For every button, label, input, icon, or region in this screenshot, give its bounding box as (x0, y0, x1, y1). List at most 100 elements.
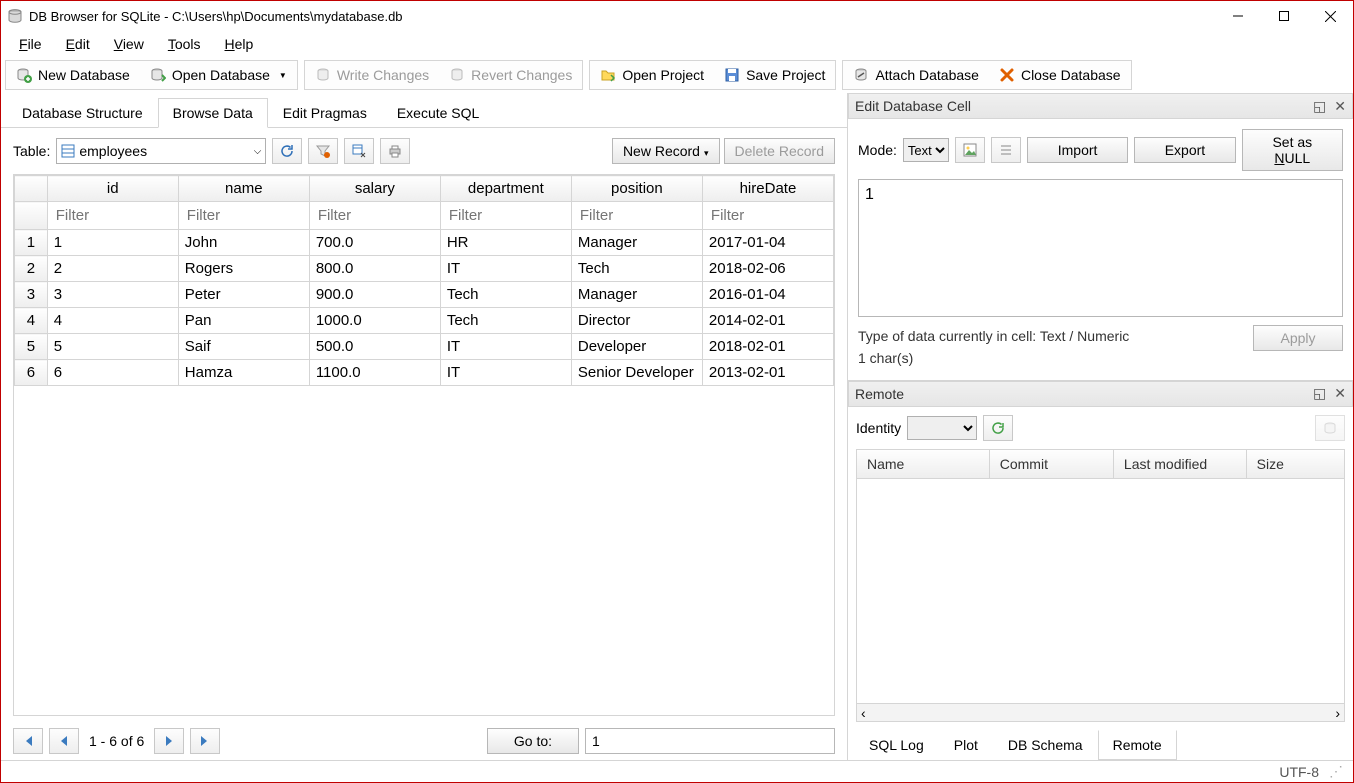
remote-col-modified[interactable]: Last modified (1114, 450, 1247, 478)
table-select[interactable]: employees ⌵ (56, 138, 266, 164)
cell-hiredate[interactable]: 2013-02-01 (702, 360, 833, 386)
remote-push-button[interactable] (1315, 415, 1345, 441)
close-button[interactable] (1307, 1, 1353, 31)
menu-file[interactable]: File (9, 34, 52, 54)
close-panel-icon[interactable]: ✕ (1334, 385, 1346, 402)
undock-icon[interactable]: ◱ (1313, 98, 1326, 115)
cell-department[interactable]: Tech (440, 282, 571, 308)
filter-id[interactable] (54, 206, 172, 225)
open-database-button[interactable]: Open Database ▼ (142, 63, 295, 87)
filter-position[interactable] (578, 206, 696, 225)
table-row[interactable]: 44Pan1000.0TechDirector2014-02-01 (15, 308, 834, 334)
filter-name[interactable] (185, 206, 303, 225)
menu-edit[interactable]: Edit (56, 34, 100, 54)
cell-hiredate[interactable]: 2014-02-01 (702, 308, 833, 334)
bottom-tab-remote[interactable]: Remote (1098, 730, 1177, 760)
cell-salary[interactable]: 800.0 (309, 256, 440, 282)
apply-button[interactable]: Apply (1253, 325, 1343, 351)
col-header-name[interactable]: name (178, 176, 309, 202)
cell-department[interactable]: IT (440, 256, 571, 282)
export-button[interactable]: Export (1134, 137, 1235, 163)
remote-scrollbar[interactable]: ‹› (857, 703, 1344, 721)
cell-name[interactable]: Rogers (178, 256, 309, 282)
col-header-hiredate[interactable]: hireDate (702, 176, 833, 202)
cell-salary[interactable]: 700.0 (309, 230, 440, 256)
import-button[interactable]: Import (1027, 137, 1128, 163)
cell-hiredate[interactable]: 2018-02-01 (702, 334, 833, 360)
write-changes-button[interactable]: Write Changes (307, 63, 437, 87)
remote-body[interactable] (857, 479, 1344, 703)
goto-input[interactable] (585, 728, 835, 754)
cell-position[interactable]: Tech (571, 256, 702, 282)
cell-salary[interactable]: 1000.0 (309, 308, 440, 334)
table-row[interactable]: 33Peter900.0TechManager2016-01-04 (15, 282, 834, 308)
data-grid[interactable]: id name salary department position hireD… (13, 174, 835, 716)
print-button[interactable] (380, 138, 410, 164)
filter-salary[interactable] (316, 206, 434, 225)
delete-record-button[interactable]: Delete Record (724, 138, 836, 164)
cell-position[interactable]: Developer (571, 334, 702, 360)
cell-name[interactable]: Saif (178, 334, 309, 360)
next-page-button[interactable] (154, 728, 184, 754)
remote-col-size[interactable]: Size (1247, 450, 1344, 478)
cell-hiredate[interactable]: 2016-01-04 (702, 282, 833, 308)
menu-tools[interactable]: Tools (158, 34, 211, 54)
filter-hiredate[interactable] (709, 206, 827, 225)
cell-id[interactable]: 6 (47, 360, 178, 386)
set-null-button[interactable]: Set as NULL (1242, 129, 1343, 171)
new-record-button[interactable]: New Record▾ (612, 138, 720, 164)
cell-hiredate[interactable]: 2017-01-04 (702, 230, 833, 256)
open-project-button[interactable]: Open Project (592, 63, 712, 87)
tab-edit-pragmas[interactable]: Edit Pragmas (268, 98, 382, 128)
cell-position[interactable]: Manager (571, 230, 702, 256)
tab-database-structure[interactable]: Database Structure (7, 98, 158, 128)
cell-id[interactable]: 4 (47, 308, 178, 334)
cell-department[interactable]: IT (440, 334, 571, 360)
table-row[interactable]: 55Saif500.0ITDeveloper2018-02-01 (15, 334, 834, 360)
cell-position[interactable]: Senior Developer (571, 360, 702, 386)
cell-hiredate[interactable]: 2018-02-06 (702, 256, 833, 282)
cell-salary[interactable]: 1100.0 (309, 360, 440, 386)
minimize-button[interactable] (1215, 1, 1261, 31)
remote-col-name[interactable]: Name (857, 450, 990, 478)
save-table-button[interactable] (344, 138, 374, 164)
table-row[interactable]: 11John700.0HRManager2017-01-04 (15, 230, 834, 256)
menu-help[interactable]: Help (215, 34, 264, 54)
clear-filters-button[interactable] (308, 138, 338, 164)
cell-editor[interactable]: 1 (858, 179, 1343, 317)
tab-execute-sql[interactable]: Execute SQL (382, 98, 495, 128)
cell-salary[interactable]: 500.0 (309, 334, 440, 360)
first-page-button[interactable] (13, 728, 43, 754)
resize-grip-icon[interactable]: ⋰ (1329, 763, 1343, 780)
cell-position[interactable]: Director (571, 308, 702, 334)
goto-button[interactable]: Go to: (487, 728, 579, 754)
bottom-tab-db-schema[interactable]: DB Schema (993, 730, 1098, 760)
refresh-button[interactable] (272, 138, 302, 164)
identity-select[interactable] (907, 416, 977, 440)
col-header-salary[interactable]: salary (309, 176, 440, 202)
tab-browse-data[interactable]: Browse Data (158, 98, 268, 128)
last-page-button[interactable] (190, 728, 220, 754)
prev-page-button[interactable] (49, 728, 79, 754)
cell-position[interactable]: Manager (571, 282, 702, 308)
edit-external-button[interactable] (955, 137, 985, 163)
cell-department[interactable]: Tech (440, 308, 571, 334)
cell-name[interactable]: Pan (178, 308, 309, 334)
indent-button[interactable] (991, 137, 1021, 163)
cell-id[interactable]: 3 (47, 282, 178, 308)
col-header-department[interactable]: department (440, 176, 571, 202)
attach-database-button[interactable]: Attach Database (845, 63, 987, 87)
identity-refresh-button[interactable] (983, 415, 1013, 441)
filter-department[interactable] (447, 206, 565, 225)
cell-department[interactable]: HR (440, 230, 571, 256)
cell-id[interactable]: 5 (47, 334, 178, 360)
close-database-button[interactable]: Close Database (991, 63, 1129, 87)
col-header-id[interactable]: id (47, 176, 178, 202)
new-database-button[interactable]: New Database (8, 63, 138, 87)
maximize-button[interactable] (1261, 1, 1307, 31)
cell-name[interactable]: Peter (178, 282, 309, 308)
cell-department[interactable]: IT (440, 360, 571, 386)
cell-salary[interactable]: 900.0 (309, 282, 440, 308)
mode-select[interactable]: Text (903, 138, 949, 162)
save-project-button[interactable]: Save Project (716, 63, 833, 87)
